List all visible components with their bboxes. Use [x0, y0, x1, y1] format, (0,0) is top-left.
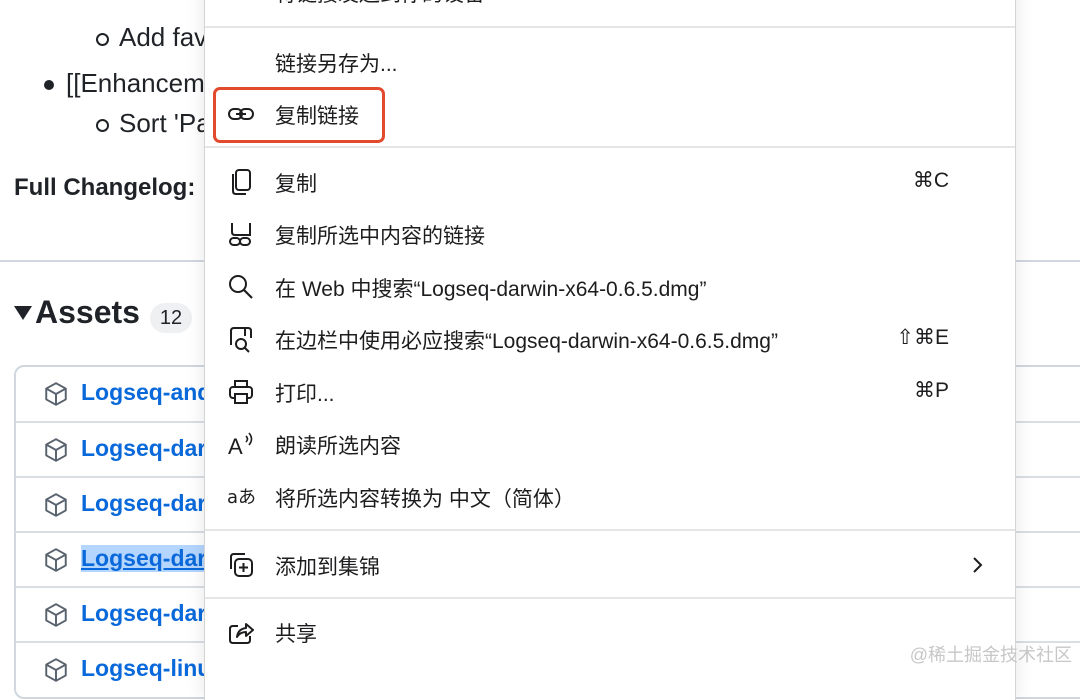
package-icon	[45, 548, 67, 572]
chevron-right-icon	[973, 557, 983, 573]
menu-item-share[interactable]: 共享	[205, 606, 1015, 658]
menu-item-translate[interactable]: aあ 将所选内容转换为 中文（简体）	[205, 471, 1015, 523]
assets-heading[interactable]: Assets	[35, 294, 140, 331]
menu-item-label: 打印...	[275, 383, 335, 406]
menu-item-save-link-as[interactable]: 链接另存为...	[205, 36, 1015, 88]
menu-item-label: 朗读所选内容	[275, 435, 401, 458]
asset-link[interactable]: Logseq-dar	[81, 435, 206, 462]
asset-link-selected[interactable]: Logseq-dar	[81, 545, 207, 572]
sidebar-search-icon	[230, 327, 252, 353]
menu-item-add-to-collections[interactable]: 添加到集锦	[205, 539, 1015, 591]
watermark: @稀土掘金技术社区	[909, 645, 1072, 665]
menu-item-label: 链接另存为...	[275, 53, 398, 76]
shortcut-label: ⌘P	[913, 379, 949, 402]
menu-item-read-aloud[interactable]: A 朗读所选内容	[205, 418, 1015, 470]
printer-icon	[229, 380, 253, 404]
asset-link[interactable]: Logseq-dar	[81, 600, 206, 627]
menu-separator	[205, 146, 1015, 148]
shortcut-label: ⇧⌘E	[896, 326, 949, 349]
copy-link-to-highlight-icon	[229, 223, 251, 246]
menu-item-label: 在边栏中使用必应搜索“Logseq-darwin-x64-0.6.5.dmg”	[275, 330, 778, 353]
menu-item-label: 将链接发送到你的设备	[275, 0, 485, 8]
menu-item-label: 将所选内容转换为 中文（简体）	[275, 488, 575, 511]
package-icon	[45, 438, 67, 462]
menu-item-send-to-device[interactable]: 将链接发送到你的设备	[205, 0, 1015, 18]
svg-text:A: A	[228, 434, 243, 458]
svg-text:aあ: aあ	[227, 487, 255, 508]
list-item-sort: Sort 'Pa	[119, 108, 211, 138]
search-icon	[229, 275, 253, 299]
menu-item-label: 复制所选中内容的链接	[275, 225, 485, 248]
menu-item-copy-link-to-highlight[interactable]: 复制所选中内容的链接	[205, 208, 1015, 260]
package-icon	[45, 493, 67, 517]
bullet-disc	[44, 80, 54, 90]
menu-item-sidebar-search[interactable]: 在边栏中使用必应搜索“Logseq-darwin-x64-0.6.5.dmg” …	[205, 313, 1015, 365]
menu-item-print[interactable]: 打印... ⌘P	[205, 366, 1015, 418]
list-item-enhancement[interactable]: [[Enhancem	[66, 68, 205, 99]
asset-link[interactable]: Logseq-and	[81, 379, 211, 406]
package-icon	[45, 382, 67, 406]
list-item-add-fav: Add fav	[119, 22, 208, 52]
bullet-circle	[96, 119, 109, 132]
share-icon	[229, 623, 254, 644]
menu-item-label: 共享	[275, 623, 317, 646]
menu-item-label: 复制	[275, 173, 317, 196]
menu-item-copy[interactable]: 复制 ⌘C	[205, 156, 1015, 208]
full-changelog-label: Full Changelog:	[14, 174, 196, 201]
menu-separator	[205, 597, 1015, 599]
package-icon	[45, 603, 67, 627]
highlight-annotation	[213, 87, 385, 143]
menu-separator	[205, 529, 1015, 531]
chevron-right-icon	[967, 0, 987, 2]
read-aloud-icon: A	[228, 432, 253, 458]
bullet-circle	[96, 33, 109, 46]
package-icon	[45, 658, 67, 682]
copy-icon	[232, 169, 251, 195]
asset-link[interactable]: Logseq-dar	[81, 490, 206, 517]
collapse-triangle-icon[interactable]	[14, 306, 32, 320]
device-icon	[227, 0, 255, 6]
assets-count-badge: 12	[150, 303, 192, 333]
asset-link[interactable]: Logseq-linu	[81, 655, 211, 682]
menu-item-label: 在 Web 中搜索“Logseq-darwin-x64-0.6.5.dmg”	[275, 278, 707, 301]
menu-separator	[205, 26, 1015, 28]
add-to-collections-icon	[230, 553, 253, 577]
translate-icon: aあ	[227, 487, 255, 508]
menu-item-search-web[interactable]: 在 Web 中搜索“Logseq-darwin-x64-0.6.5.dmg”	[205, 261, 1015, 313]
shortcut-label: ⌘C	[912, 169, 949, 192]
menu-item-label: 添加到集锦	[275, 556, 380, 579]
